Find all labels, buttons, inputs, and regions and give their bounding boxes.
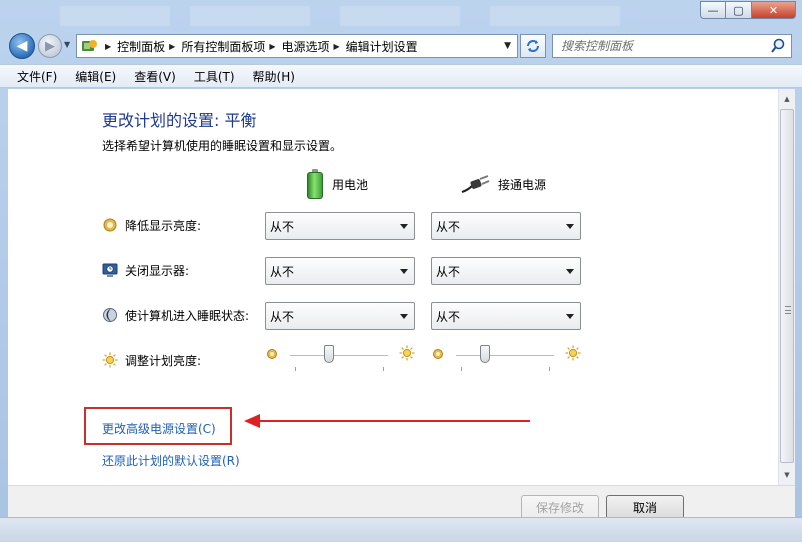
menu-view[interactable]: 查看(V) bbox=[125, 68, 185, 85]
dim-display-icon bbox=[103, 218, 117, 232]
bright-sun-icon bbox=[565, 345, 581, 361]
brightness-plugged-slider[interactable] bbox=[432, 343, 582, 371]
sleep-battery-select[interactable]: 从不 bbox=[265, 302, 415, 330]
minimize-button[interactable]: — bbox=[700, 1, 726, 19]
status-bar bbox=[0, 517, 802, 542]
control-panel-icon bbox=[82, 40, 97, 51]
select-value: 从不 bbox=[436, 264, 461, 279]
select-value: 从不 bbox=[270, 309, 295, 324]
window-controls: — ▢ ✕ bbox=[700, 1, 796, 19]
navigation-bar: ◀ ▶ ▼ ▶ 控制面板 ▶ 所有控制面板项 ▶ 电源选项 ▶ 编辑计划设置 ▼ bbox=[0, 30, 802, 62]
cancel-button[interactable]: 取消 bbox=[606, 495, 684, 519]
sleep-moon-icon bbox=[103, 308, 117, 322]
slider-track[interactable] bbox=[456, 355, 554, 357]
breadcrumb-separator[interactable]: ▶ bbox=[169, 42, 175, 51]
close-button[interactable]: ✕ bbox=[752, 1, 796, 19]
vertical-scrollbar[interactable]: ▲ ▼ bbox=[778, 89, 795, 485]
dialog-footer: 保存修改 取消 bbox=[8, 485, 795, 519]
monitor-off-icon bbox=[102, 263, 118, 277]
breadcrumb-separator[interactable]: ▶ bbox=[269, 42, 275, 51]
dim-sun-icon bbox=[267, 349, 277, 359]
refresh-icon bbox=[527, 40, 539, 52]
chevron-down-icon bbox=[566, 314, 574, 319]
breadcrumb-edit-plan[interactable]: 编辑计划设置 bbox=[346, 38, 418, 55]
sleep-label: 使计算机进入睡眠状态: bbox=[125, 308, 250, 323]
monitor-off-battery-select[interactable]: 从不 bbox=[265, 257, 415, 285]
chevron-down-icon bbox=[400, 269, 408, 274]
search-box[interactable] bbox=[552, 34, 792, 58]
recent-pages-dropdown[interactable]: ▼ bbox=[64, 40, 70, 49]
slider-thumb[interactable] bbox=[324, 345, 335, 363]
menu-bar: 文件(F) 编辑(E) 查看(V) 工具(T) 帮助(H) bbox=[0, 64, 802, 88]
dim-display-plugged-select[interactable]: 从不 bbox=[431, 212, 581, 240]
scroll-down-icon[interactable]: ▼ bbox=[780, 467, 794, 483]
menu-file[interactable]: 文件(F) bbox=[8, 68, 66, 85]
chevron-down-icon bbox=[566, 269, 574, 274]
page-subtitle: 选择希望计算机使用的睡眠设置和显示设置。 bbox=[102, 139, 343, 153]
column-label-battery: 用电池 bbox=[332, 177, 369, 192]
refresh-button[interactable] bbox=[520, 34, 546, 58]
monitor-off-plugged-select[interactable]: 从不 bbox=[431, 257, 581, 285]
forward-button[interactable]: ▶ bbox=[38, 34, 62, 58]
arrow-left-icon: ◀ bbox=[16, 38, 28, 54]
breadcrumb-power-options[interactable]: 电源选项 bbox=[282, 38, 330, 55]
slider-track[interactable] bbox=[290, 355, 388, 357]
brightness-battery-slider[interactable] bbox=[266, 343, 416, 371]
select-value: 从不 bbox=[436, 219, 461, 234]
menu-tools[interactable]: 工具(T) bbox=[185, 68, 244, 85]
slider-thumb[interactable] bbox=[480, 345, 491, 363]
select-value: 从不 bbox=[436, 309, 461, 324]
breadcrumb-all-items[interactable]: 所有控制面板项 bbox=[181, 38, 265, 55]
breadcrumb-control-panel[interactable]: 控制面板 bbox=[117, 38, 165, 55]
arrow-right-icon: ▶ bbox=[45, 38, 55, 54]
dim-sun-icon bbox=[433, 349, 443, 359]
search-icon[interactable] bbox=[771, 38, 785, 54]
dim-display-battery-select[interactable]: 从不 bbox=[265, 212, 415, 240]
column-label-plugged: 接通电源 bbox=[498, 177, 547, 192]
power-plug-icon bbox=[461, 175, 490, 194]
bright-sun-icon bbox=[399, 345, 415, 361]
chevron-down-icon[interactable]: ▼ bbox=[504, 41, 511, 51]
column-header-battery: 用电池 bbox=[306, 169, 368, 199]
page-title: 更改计划的设置: 平衡 bbox=[102, 111, 257, 130]
select-value: 从不 bbox=[270, 219, 295, 234]
address-bar[interactable]: ▶ 控制面板 ▶ 所有控制面板项 ▶ 电源选项 ▶ 编辑计划设置 ▼ bbox=[76, 34, 518, 58]
breadcrumb-separator[interactable]: ▶ bbox=[334, 42, 340, 51]
maximize-button[interactable]: ▢ bbox=[726, 1, 752, 19]
plan-settings-panel: 更改计划的设置: 平衡 选择希望计算机使用的睡眠设置和显示设置。 用电池 接通电… bbox=[8, 89, 778, 485]
restore-defaults-link[interactable]: 还原此计划的默认设置(R) bbox=[102, 452, 240, 469]
monitor-off-label: 关闭显示器: bbox=[125, 263, 190, 278]
title-bar: — ▢ ✕ bbox=[0, 0, 802, 30]
annotation-arrow-line bbox=[258, 420, 530, 422]
sleep-plugged-select[interactable]: 从不 bbox=[431, 302, 581, 330]
chevron-down-icon bbox=[400, 224, 408, 229]
search-input[interactable] bbox=[553, 35, 753, 57]
chevron-down-icon bbox=[400, 314, 408, 319]
select-value: 从不 bbox=[270, 264, 295, 279]
control-panel-window: — ▢ ✕ ◀ ▶ ▼ ▶ 控制面板 ▶ 所有控制面板项 ▶ 电源选项 ▶ 编辑… bbox=[0, 0, 802, 542]
advanced-power-settings-link[interactable]: 更改高级电源设置(C) bbox=[102, 420, 216, 437]
dim-display-label: 降低显示亮度: bbox=[125, 218, 202, 233]
chevron-down-icon bbox=[566, 224, 574, 229]
background-taskbar-ghost bbox=[60, 6, 680, 26]
back-button[interactable]: ◀ bbox=[9, 33, 35, 59]
scroll-up-icon[interactable]: ▲ bbox=[780, 91, 794, 107]
scroll-thumb[interactable] bbox=[780, 109, 794, 463]
battery-icon bbox=[306, 169, 324, 199]
brightness-label: 调整计划亮度: bbox=[125, 353, 202, 368]
column-header-plugged: 接通电源 bbox=[460, 169, 546, 199]
breadcrumb-separator[interactable]: ▶ bbox=[105, 42, 111, 51]
menu-help[interactable]: 帮助(H) bbox=[244, 68, 304, 85]
menu-edit[interactable]: 编辑(E) bbox=[66, 68, 125, 85]
save-changes-button[interactable]: 保存修改 bbox=[521, 495, 599, 519]
brightness-sun-icon bbox=[102, 352, 118, 368]
